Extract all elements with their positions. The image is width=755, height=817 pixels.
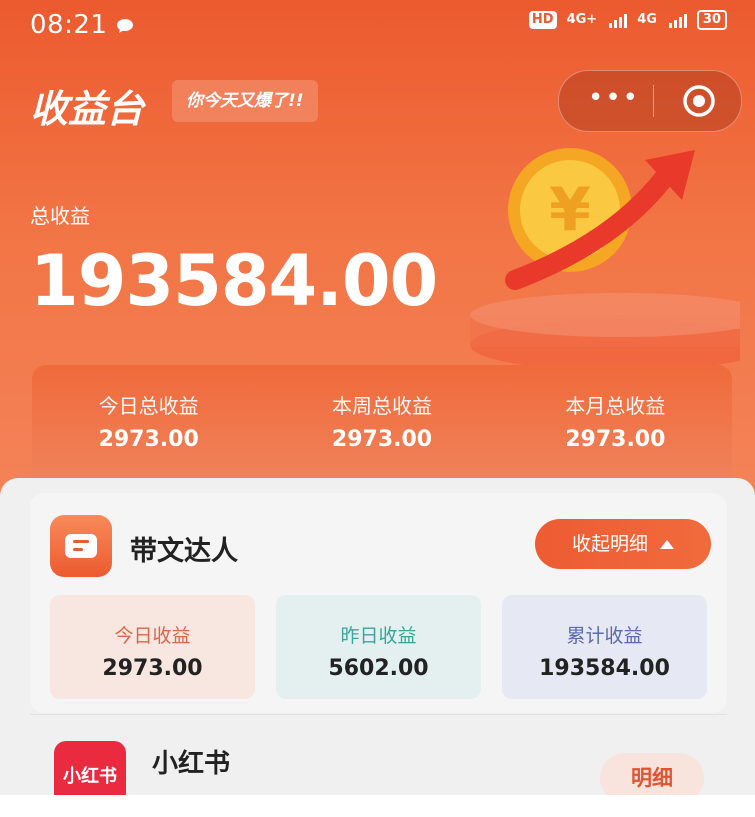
message-icon — [117, 19, 133, 33]
miniprogram-capsule: ••• — [558, 70, 742, 132]
summary-label: 今日总收益 — [98, 394, 199, 418]
close-target-icon[interactable] — [681, 83, 717, 119]
more-button[interactable]: ••• — [579, 71, 649, 131]
status-time: 08:21 — [30, 10, 108, 40]
bottom-edge — [0, 795, 755, 817]
network-4g: 4G — [637, 12, 657, 27]
capsule-divider — [653, 85, 654, 117]
hd-badge: HD — [528, 11, 557, 29]
page-title: 收益台 — [30, 87, 145, 131]
battery-icon: 30 — [696, 10, 727, 30]
signal-icon — [609, 12, 628, 28]
status-bar: 08:21 HD 4G+ 4G 30 — [0, 0, 755, 52]
status-indicators: HD 4G+ 4G 30 — [528, 10, 727, 30]
influencer-card: 带文达人 收起明细 今日收益 2973.00 昨日收益 5602.00 累计收益… — [30, 493, 727, 713]
summary-value: 2973.00 — [565, 427, 666, 452]
chevron-up-icon — [660, 540, 674, 549]
card-title: 带文达人 — [130, 536, 238, 567]
svg-text:¥: ¥ — [549, 175, 591, 245]
summary-label: 本月总收益 — [565, 394, 666, 418]
stat-value: 193584.00 — [539, 656, 670, 681]
stat-yesterday: 昨日收益 5602.00 — [276, 595, 481, 699]
signal-icon — [668, 12, 687, 28]
stat-today: 今日收益 2973.00 — [50, 595, 255, 699]
total-earnings-label: 总收益 — [30, 204, 90, 228]
stat-cumulative: 累计收益 193584.00 — [502, 595, 707, 699]
collapse-details-button[interactable]: 收起明细 — [535, 519, 711, 569]
summary-today: 今日总收益 2973.00 — [32, 365, 265, 480]
stat-value: 2973.00 — [102, 656, 203, 681]
content-sheet: 带文达人 收起明细 今日收益 2973.00 昨日收益 5602.00 累计收益… — [0, 478, 755, 817]
summary-week: 本周总收益 2973.00 — [265, 365, 498, 480]
stat-label: 今日收益 — [114, 625, 191, 647]
stat-value: 5602.00 — [328, 656, 429, 681]
stat-label: 昨日收益 — [340, 625, 417, 647]
summary-value: 2973.00 — [331, 427, 433, 452]
network-4gplus: 4G+ — [566, 12, 598, 27]
summary-strip: 今日总收益 2973.00 本周总收益 2973.00 本月总收益 2973.0… — [32, 365, 732, 480]
platform-name: 小红书 — [152, 749, 231, 779]
gold-coin-illustration: ¥ — [470, 148, 740, 371]
total-earnings-value: 193584.00 — [30, 240, 438, 322]
article-icon — [50, 515, 112, 577]
collapse-label: 收起明细 — [571, 533, 648, 555]
tagline-badge: 你今天又爆了!! — [172, 80, 318, 122]
summary-label: 本周总收益 — [331, 394, 432, 418]
summary-value: 2973.00 — [98, 427, 199, 452]
stat-label: 累计收益 — [566, 625, 643, 647]
summary-month: 本月总收益 2973.00 — [499, 365, 732, 480]
